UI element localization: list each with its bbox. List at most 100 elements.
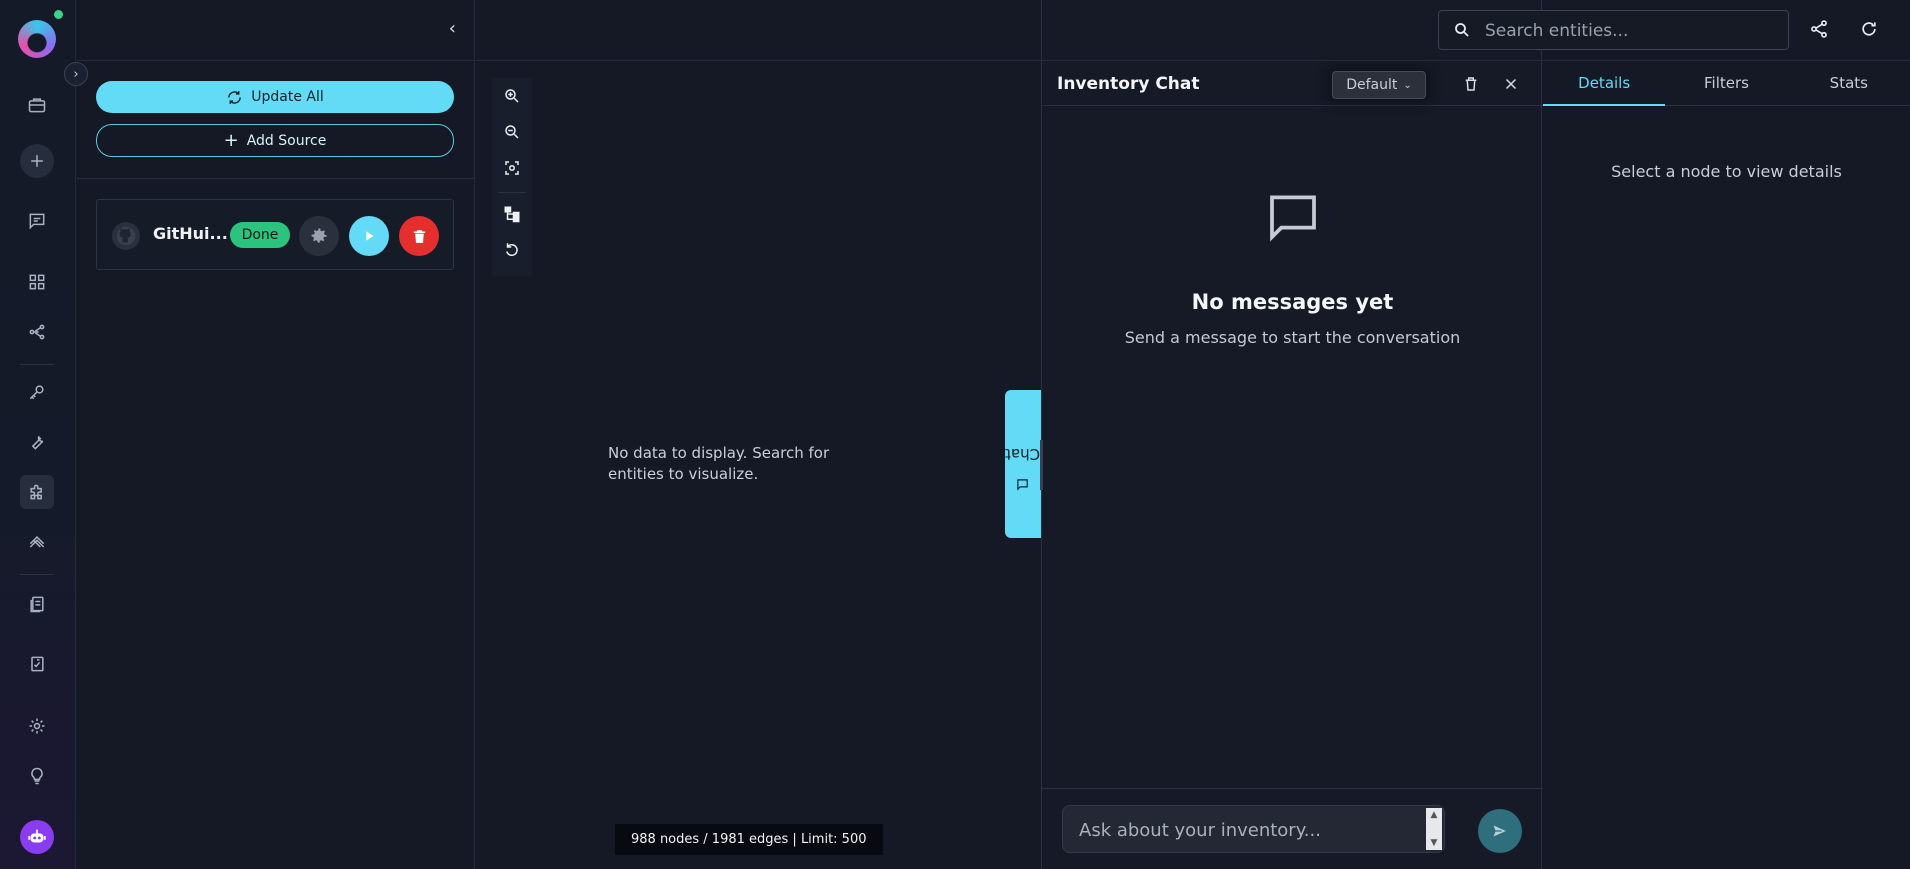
details-panel: Details Filters Stats Select a node to v… (1543, 0, 1910, 869)
add-source-button[interactable]: + Add Source (96, 124, 454, 157)
arrow-up-icon: ▲ (1430, 810, 1438, 820)
app-logo[interactable] (18, 20, 56, 58)
source-panel-header: ‹ (77, 0, 474, 61)
status-badge: Done (230, 222, 290, 248)
trash-icon (413, 229, 425, 243)
details-tabs: Details Filters Stats (1543, 60, 1910, 106)
nav-layers[interactable] (20, 525, 54, 559)
chevron-down-icon: ⌄ (1403, 79, 1412, 91)
zoom-in-icon (505, 89, 519, 103)
collapse-panel-button[interactable]: ‹ (449, 18, 456, 39)
bot-icon (28, 829, 46, 843)
close-icon (1505, 78, 1517, 90)
zoom-out-button[interactable] (500, 120, 524, 144)
header-divider (476, 60, 1910, 61)
nav-tips[interactable] (20, 759, 54, 793)
chat-icon (29, 213, 45, 230)
fit-view-button[interactable] (500, 156, 524, 180)
app-root: › ‹ Update All + Add Source GitHui... Do… (0, 0, 1910, 869)
model-select[interactable]: Default ⌄ (1332, 71, 1426, 99)
hierarchy-icon (504, 206, 520, 223)
rail-divider (20, 364, 54, 365)
plus-icon (31, 155, 43, 167)
send-message-button[interactable] (1478, 809, 1522, 853)
chat-input[interactable] (1079, 818, 1409, 842)
refresh-icon (228, 90, 242, 104)
graph-canvas[interactable]: No data to display. Search for entities … (476, 0, 1041, 869)
gear-icon (311, 228, 327, 243)
nav-plugins[interactable] (20, 475, 54, 509)
zoom-out-icon (505, 125, 519, 139)
nav-documents[interactable] (20, 587, 54, 621)
chat-header: Inventory Chat Default ⌄ (1042, 60, 1543, 106)
nav-add[interactable] (20, 144, 54, 178)
close-chat-button[interactable] (1500, 73, 1522, 95)
github-icon (112, 222, 140, 250)
zoom-in-button[interactable] (500, 84, 524, 108)
settings-icon (29, 718, 45, 734)
nav-chat[interactable] (20, 204, 54, 238)
add-source-label: Add Source (246, 132, 327, 149)
source-card[interactable]: GitHui... Done (96, 199, 454, 270)
resize-handle[interactable] (1040, 440, 1043, 490)
nav-settings[interactable] (20, 709, 54, 743)
key-icon (29, 385, 44, 400)
details-hint: Select a node to view details (1611, 162, 1842, 181)
graph-empty-message: No data to display. Search for entities … (608, 444, 830, 483)
send-icon (1491, 823, 1510, 839)
delete-source-button[interactable] (399, 216, 439, 256)
source-settings-button[interactable] (299, 216, 339, 256)
nav-briefcase[interactable] (20, 88, 54, 122)
search-icon (1455, 23, 1469, 37)
tab-filters[interactable]: Filters (1665, 60, 1787, 105)
nav-reports[interactable] (20, 647, 54, 681)
share-button[interactable] (1808, 18, 1830, 40)
chat-input-wrapper: ▲ ▼ (1062, 805, 1445, 853)
online-status-dot (54, 10, 63, 19)
tab-stats[interactable]: Stats (1788, 60, 1910, 105)
chevron-left-icon: ‹ (448, 18, 456, 39)
grid-icon (29, 274, 45, 290)
graph-toolbar (492, 78, 532, 276)
reset-icon (506, 243, 518, 256)
lightbulb-icon (31, 767, 43, 785)
chat-tab-label: Chat (1005, 445, 1041, 463)
puzzle-icon (30, 484, 42, 500)
source-panel: ‹ Update All + Add Source GitHui... Done (77, 0, 475, 869)
update-all-label: Update All (251, 89, 324, 105)
graph-icon (29, 324, 45, 340)
expand-rail-button[interactable]: › (64, 62, 88, 86)
plus-icon: + (223, 130, 239, 151)
wrench-icon (31, 435, 44, 450)
nav-tools[interactable] (20, 425, 54, 459)
play-icon (366, 231, 374, 241)
run-source-button[interactable] (349, 216, 389, 256)
nav-key[interactable] (20, 375, 54, 409)
refresh-button[interactable] (1858, 18, 1880, 40)
briefcase-icon (28, 98, 46, 113)
chat-toggle-tab[interactable]: Chat (1005, 390, 1041, 538)
tab-details[interactable]: Details (1543, 60, 1666, 106)
entity-search (1438, 10, 1789, 50)
update-all-button[interactable]: Update All (96, 81, 454, 113)
nav-graph[interactable] (20, 315, 54, 349)
fit-view-icon (505, 161, 519, 175)
assistant-bot-button[interactable] (20, 820, 54, 854)
chat-input-divider (1042, 788, 1543, 789)
documents-icon (30, 596, 44, 613)
chat-icon (1017, 479, 1029, 491)
clear-chat-button[interactable] (1460, 73, 1482, 95)
reset-view-button[interactable] (500, 238, 524, 262)
share-icon (1811, 20, 1827, 38)
model-select-value: Default (1346, 77, 1398, 93)
nav-grid[interactable] (20, 265, 54, 299)
graph-stats-text: 988 nodes / 1981 edges | Limit: 500 (631, 832, 867, 847)
report-icon (31, 656, 44, 672)
chat-tab-content: Chat (1005, 436, 1041, 491)
panel-divider (77, 178, 475, 179)
trash-icon (1465, 77, 1477, 91)
arrow-down-icon: ▼ (1430, 838, 1438, 848)
layout-button[interactable] (500, 202, 524, 226)
input-resize-spinner[interactable]: ▲ ▼ (1426, 808, 1442, 850)
search-input[interactable] (1485, 20, 1775, 42)
